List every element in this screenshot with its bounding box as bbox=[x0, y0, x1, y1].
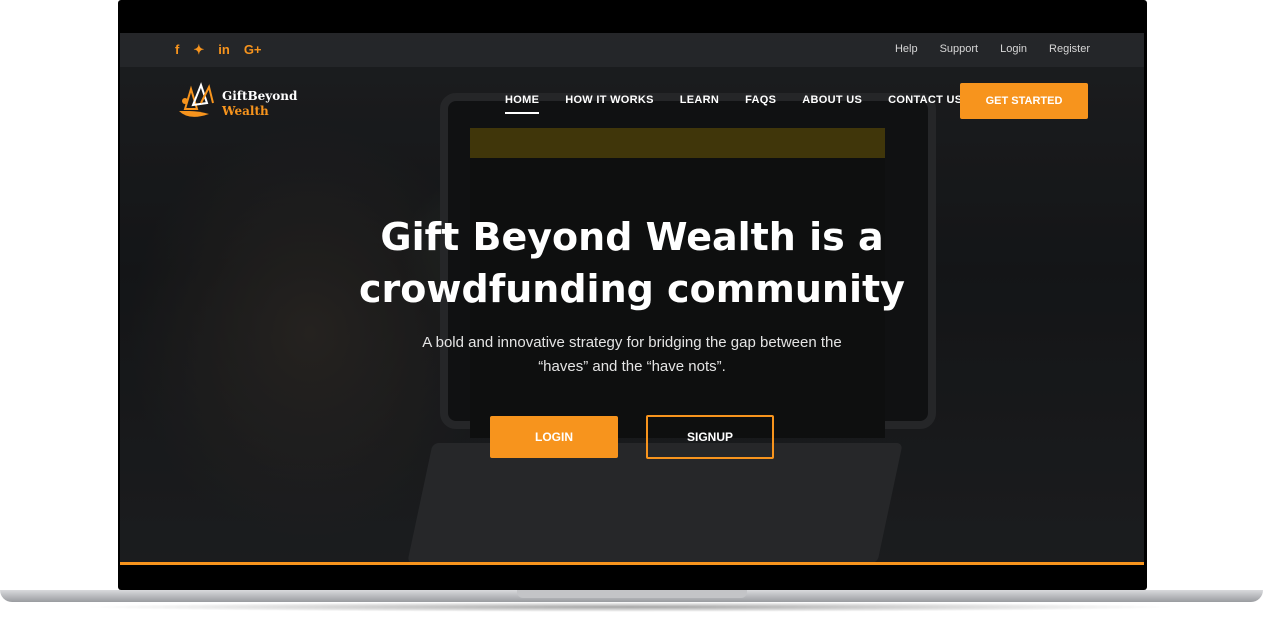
facebook-icon[interactable]: f bbox=[175, 42, 179, 58]
logo-text-secondary: Wealth bbox=[222, 104, 269, 118]
laptop-screen: f ✦ in G+ Help Support Login Register Gi… bbox=[120, 33, 1144, 562]
hero-title-line-2: crowdfunding community bbox=[359, 267, 905, 311]
google-plus-icon[interactable]: G+ bbox=[244, 42, 262, 58]
support-link[interactable]: Support bbox=[940, 43, 979, 55]
login-link[interactable]: Login bbox=[1000, 43, 1027, 55]
nav-faqs[interactable]: FAQS bbox=[745, 94, 776, 106]
nav-about-us[interactable]: ABOUT US bbox=[802, 94, 862, 106]
get-started-button[interactable]: GET STARTED bbox=[960, 83, 1088, 119]
register-link[interactable]: Register bbox=[1049, 43, 1090, 55]
top-links: Help Support Login Register bbox=[895, 43, 1090, 55]
social-links: f ✦ in G+ bbox=[175, 42, 262, 58]
top-bar: f ✦ in G+ Help Support Login Register bbox=[120, 33, 1144, 67]
help-link[interactable]: Help bbox=[895, 43, 918, 55]
laptop-shadow bbox=[0, 602, 1263, 616]
screen-accent-line bbox=[120, 562, 1144, 565]
nav-learn[interactable]: LEARN bbox=[680, 94, 719, 106]
nav-contact-us[interactable]: CONTACT US bbox=[888, 94, 962, 106]
site-logo[interactable]: GiftBeyond Wealth bbox=[175, 81, 310, 123]
hero-title: Gift Beyond Wealth is a crowdfunding com… bbox=[120, 211, 1144, 315]
nav-how-it-works[interactable]: HOW IT WORKS bbox=[565, 94, 654, 106]
twitter-icon[interactable]: ✦ bbox=[193, 42, 204, 58]
hero-signup-button[interactable]: SIGNUP bbox=[646, 415, 774, 459]
hero-subtitle: A bold and innovative strategy for bridg… bbox=[422, 334, 842, 375]
nav-home[interactable]: HOME bbox=[505, 94, 540, 114]
hero-title-line-1: Gift Beyond Wealth is a bbox=[380, 215, 884, 259]
main-nav: HOME HOW IT WORKS LEARN FAQS ABOUT US CO… bbox=[505, 94, 962, 114]
linkedin-icon[interactable]: in bbox=[218, 42, 230, 58]
gift-logo-icon bbox=[179, 82, 214, 117]
laptop-base-notch bbox=[517, 590, 747, 598]
hero-login-button[interactable]: LOGIN bbox=[490, 416, 618, 458]
logo-text-primary: GiftBeyond bbox=[222, 89, 298, 103]
